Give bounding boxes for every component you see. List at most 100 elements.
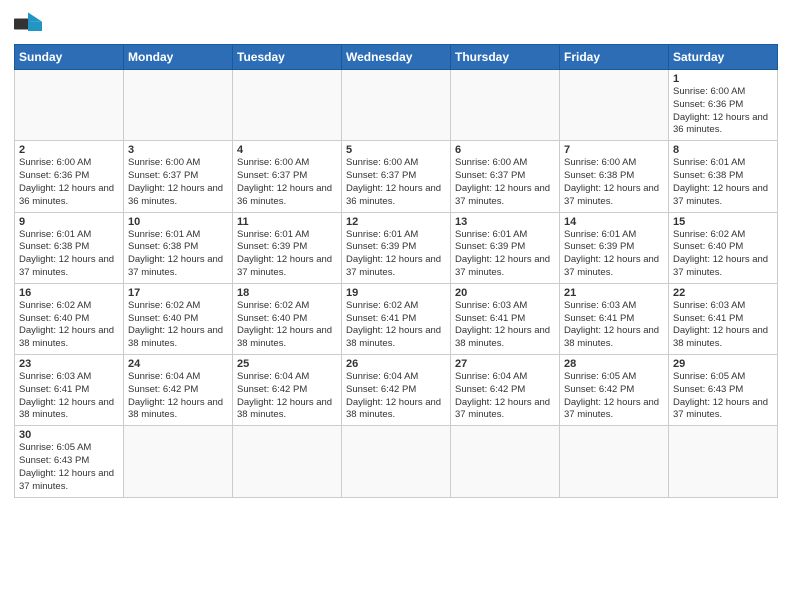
- day-number: 28: [564, 358, 664, 370]
- day-info: Sunrise: 6:04 AMSunset: 6:42 PMDaylight:…: [346, 371, 446, 422]
- weekday-header-monday: Monday: [124, 45, 233, 70]
- day-info: Sunrise: 6:05 AMSunset: 6:43 PMDaylight:…: [19, 442, 119, 493]
- day-number: 20: [455, 287, 555, 299]
- day-info: Sunrise: 6:03 AMSunset: 6:41 PMDaylight:…: [455, 300, 555, 351]
- day-number: 12: [346, 216, 446, 228]
- day-info: Sunrise: 6:03 AMSunset: 6:41 PMDaylight:…: [19, 371, 119, 422]
- calendar-day-cell: 20Sunrise: 6:03 AMSunset: 6:41 PMDayligh…: [451, 283, 560, 354]
- day-info: Sunrise: 6:02 AMSunset: 6:41 PMDaylight:…: [346, 300, 446, 351]
- day-info: Sunrise: 6:03 AMSunset: 6:41 PMDaylight:…: [673, 300, 773, 351]
- day-info: Sunrise: 6:01 AMSunset: 6:39 PMDaylight:…: [237, 229, 337, 280]
- day-number: 15: [673, 216, 773, 228]
- calendar-day-cell: [342, 426, 451, 497]
- day-info: Sunrise: 6:00 AMSunset: 6:36 PMDaylight:…: [19, 157, 119, 208]
- calendar-week-row: 16Sunrise: 6:02 AMSunset: 6:40 PMDayligh…: [15, 283, 778, 354]
- calendar-week-row: 9Sunrise: 6:01 AMSunset: 6:38 PMDaylight…: [15, 212, 778, 283]
- calendar-day-cell: 17Sunrise: 6:02 AMSunset: 6:40 PMDayligh…: [124, 283, 233, 354]
- calendar-day-cell: 10Sunrise: 6:01 AMSunset: 6:38 PMDayligh…: [124, 212, 233, 283]
- day-number: 17: [128, 287, 228, 299]
- calendar-day-cell: 1Sunrise: 6:00 AMSunset: 6:36 PMDaylight…: [669, 70, 778, 141]
- calendar-header: SundayMondayTuesdayWednesdayThursdayFrid…: [15, 45, 778, 70]
- calendar-day-cell: 23Sunrise: 6:03 AMSunset: 6:41 PMDayligh…: [15, 355, 124, 426]
- calendar-day-cell: 24Sunrise: 6:04 AMSunset: 6:42 PMDayligh…: [124, 355, 233, 426]
- day-info: Sunrise: 6:00 AMSunset: 6:37 PMDaylight:…: [128, 157, 228, 208]
- day-info: Sunrise: 6:00 AMSunset: 6:38 PMDaylight:…: [564, 157, 664, 208]
- calendar-day-cell: 19Sunrise: 6:02 AMSunset: 6:41 PMDayligh…: [342, 283, 451, 354]
- calendar-day-cell: 2Sunrise: 6:00 AMSunset: 6:36 PMDaylight…: [15, 141, 124, 212]
- calendar-day-cell: 21Sunrise: 6:03 AMSunset: 6:41 PMDayligh…: [560, 283, 669, 354]
- calendar-week-row: 2Sunrise: 6:00 AMSunset: 6:36 PMDaylight…: [15, 141, 778, 212]
- day-number: 10: [128, 216, 228, 228]
- calendar-week-row: 23Sunrise: 6:03 AMSunset: 6:41 PMDayligh…: [15, 355, 778, 426]
- day-number: 16: [19, 287, 119, 299]
- day-info: Sunrise: 6:02 AMSunset: 6:40 PMDaylight:…: [237, 300, 337, 351]
- calendar-day-cell: 15Sunrise: 6:02 AMSunset: 6:40 PMDayligh…: [669, 212, 778, 283]
- day-number: 4: [237, 144, 337, 156]
- calendar-day-cell: 4Sunrise: 6:00 AMSunset: 6:37 PMDaylight…: [233, 141, 342, 212]
- calendar-day-cell: 14Sunrise: 6:01 AMSunset: 6:39 PMDayligh…: [560, 212, 669, 283]
- day-info: Sunrise: 6:00 AMSunset: 6:37 PMDaylight:…: [237, 157, 337, 208]
- day-number: 5: [346, 144, 446, 156]
- day-info: Sunrise: 6:00 AMSunset: 6:37 PMDaylight:…: [346, 157, 446, 208]
- day-info: Sunrise: 6:00 AMSunset: 6:36 PMDaylight:…: [673, 86, 773, 137]
- weekday-header-sunday: Sunday: [15, 45, 124, 70]
- day-info: Sunrise: 6:02 AMSunset: 6:40 PMDaylight:…: [673, 229, 773, 280]
- calendar-day-cell: [124, 70, 233, 141]
- day-number: 23: [19, 358, 119, 370]
- day-info: Sunrise: 6:02 AMSunset: 6:40 PMDaylight:…: [19, 300, 119, 351]
- calendar-week-row: 1Sunrise: 6:00 AMSunset: 6:36 PMDaylight…: [15, 70, 778, 141]
- day-info: Sunrise: 6:02 AMSunset: 6:40 PMDaylight:…: [128, 300, 228, 351]
- day-info: Sunrise: 6:00 AMSunset: 6:37 PMDaylight:…: [455, 157, 555, 208]
- generalblue-logo-icon: [14, 12, 42, 36]
- weekday-header-thursday: Thursday: [451, 45, 560, 70]
- day-info: Sunrise: 6:03 AMSunset: 6:41 PMDaylight:…: [564, 300, 664, 351]
- day-number: 1: [673, 73, 773, 85]
- day-info: Sunrise: 6:01 AMSunset: 6:38 PMDaylight:…: [19, 229, 119, 280]
- calendar-day-cell: [451, 70, 560, 141]
- day-number: 14: [564, 216, 664, 228]
- calendar-table: SundayMondayTuesdayWednesdayThursdayFrid…: [14, 44, 778, 498]
- calendar-day-cell: [124, 426, 233, 497]
- day-info: Sunrise: 6:01 AMSunset: 6:39 PMDaylight:…: [455, 229, 555, 280]
- day-info: Sunrise: 6:05 AMSunset: 6:43 PMDaylight:…: [673, 371, 773, 422]
- calendar-day-cell: 30Sunrise: 6:05 AMSunset: 6:43 PMDayligh…: [15, 426, 124, 497]
- calendar-day-cell: [560, 426, 669, 497]
- calendar-day-cell: 3Sunrise: 6:00 AMSunset: 6:37 PMDaylight…: [124, 141, 233, 212]
- day-number: 22: [673, 287, 773, 299]
- logo-area: [14, 12, 46, 36]
- calendar-day-cell: 6Sunrise: 6:00 AMSunset: 6:37 PMDaylight…: [451, 141, 560, 212]
- calendar-day-cell: 11Sunrise: 6:01 AMSunset: 6:39 PMDayligh…: [233, 212, 342, 283]
- calendar-day-cell: 26Sunrise: 6:04 AMSunset: 6:42 PMDayligh…: [342, 355, 451, 426]
- calendar-day-cell: [233, 426, 342, 497]
- calendar-day-cell: 12Sunrise: 6:01 AMSunset: 6:39 PMDayligh…: [342, 212, 451, 283]
- calendar-body: 1Sunrise: 6:00 AMSunset: 6:36 PMDaylight…: [15, 70, 778, 498]
- day-info: Sunrise: 6:04 AMSunset: 6:42 PMDaylight:…: [237, 371, 337, 422]
- day-number: 27: [455, 358, 555, 370]
- calendar-day-cell: [451, 426, 560, 497]
- day-info: Sunrise: 6:01 AMSunset: 6:39 PMDaylight:…: [564, 229, 664, 280]
- day-number: 7: [564, 144, 664, 156]
- calendar-day-cell: [233, 70, 342, 141]
- calendar-day-cell: 18Sunrise: 6:02 AMSunset: 6:40 PMDayligh…: [233, 283, 342, 354]
- calendar-day-cell: 29Sunrise: 6:05 AMSunset: 6:43 PMDayligh…: [669, 355, 778, 426]
- calendar-day-cell: [560, 70, 669, 141]
- header: [14, 12, 778, 36]
- calendar-day-cell: [669, 426, 778, 497]
- day-number: 13: [455, 216, 555, 228]
- weekday-header-saturday: Saturday: [669, 45, 778, 70]
- day-number: 25: [237, 358, 337, 370]
- calendar-day-cell: 9Sunrise: 6:01 AMSunset: 6:38 PMDaylight…: [15, 212, 124, 283]
- calendar-day-cell: 27Sunrise: 6:04 AMSunset: 6:42 PMDayligh…: [451, 355, 560, 426]
- day-number: 18: [237, 287, 337, 299]
- day-info: Sunrise: 6:04 AMSunset: 6:42 PMDaylight:…: [128, 371, 228, 422]
- calendar-day-cell: 16Sunrise: 6:02 AMSunset: 6:40 PMDayligh…: [15, 283, 124, 354]
- day-number: 2: [19, 144, 119, 156]
- day-number: 8: [673, 144, 773, 156]
- weekday-header-row: SundayMondayTuesdayWednesdayThursdayFrid…: [15, 45, 778, 70]
- calendar-page: SundayMondayTuesdayWednesdayThursdayFrid…: [0, 0, 792, 612]
- day-number: 21: [564, 287, 664, 299]
- day-info: Sunrise: 6:04 AMSunset: 6:42 PMDaylight:…: [455, 371, 555, 422]
- day-number: 26: [346, 358, 446, 370]
- calendar-day-cell: 13Sunrise: 6:01 AMSunset: 6:39 PMDayligh…: [451, 212, 560, 283]
- calendar-day-cell: 5Sunrise: 6:00 AMSunset: 6:37 PMDaylight…: [342, 141, 451, 212]
